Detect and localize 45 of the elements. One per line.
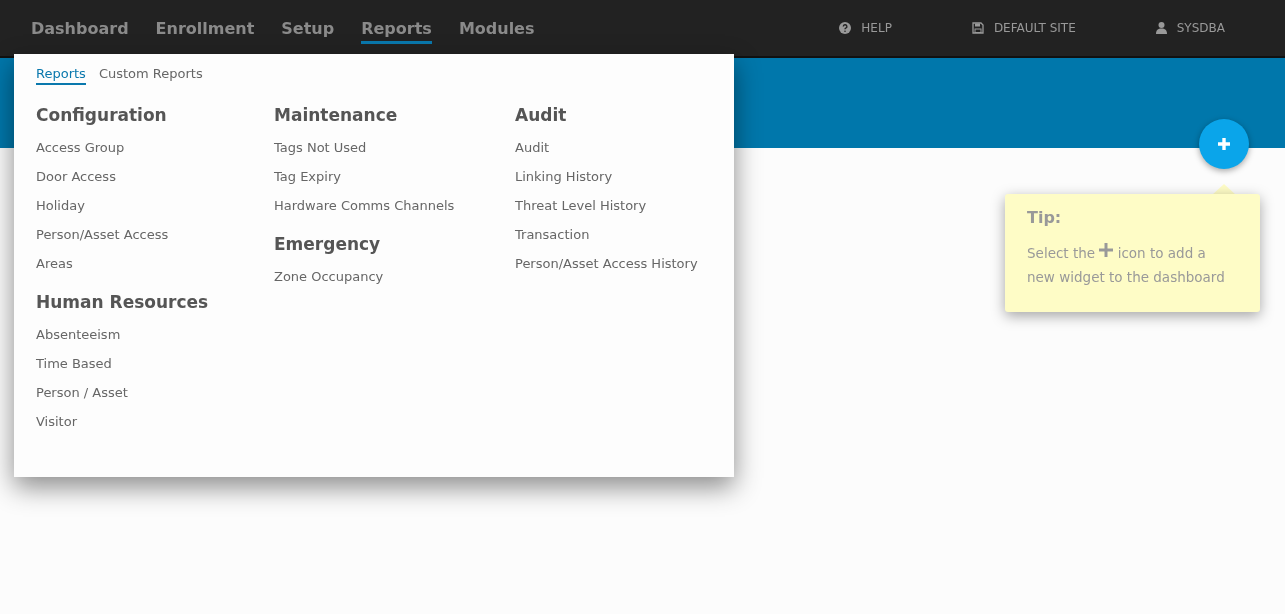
plus-icon [1099,243,1114,257]
user-link[interactable]: SYSDBA [1155,21,1225,35]
menu-tab[interactable]: Custom Reports [98,66,203,85]
report-link[interactable]: Person/Asset Access [36,220,274,249]
report-link[interactable]: Door Access [36,162,274,191]
help-link[interactable]: HELP [839,21,892,35]
tip-title: Tip: [1027,208,1063,227]
report-link[interactable]: Absenteeism [36,320,274,349]
section-heading: Emergency [274,234,382,254]
section-heading: Audit [515,105,568,125]
report-link[interactable]: Tags Not Used [274,133,515,162]
section-heading: Maintenance [274,105,399,125]
menu-tab[interactable]: Reports [36,66,86,85]
nav-tab[interactable]: Setup [281,12,335,44]
report-link[interactable]: Hardware Comms Channels [274,191,515,220]
nav-tab[interactable]: Enrollment [155,12,255,44]
add-widget-button[interactable] [1199,119,1249,169]
nav-tab[interactable]: Modules [458,12,535,44]
report-link[interactable]: Linking History [515,162,715,191]
report-link[interactable]: Zone Occupancy [274,262,515,291]
link-label: DEFAULT SITE [993,21,1076,35]
tip-text: Select the [1027,245,1096,261]
tip-text: icon to add a [1117,245,1206,261]
site-link[interactable]: DEFAULT SITE [971,21,1076,35]
report-link[interactable]: Person/Asset Access History [515,249,715,278]
link-label: HELP [861,21,892,35]
plus-icon [1217,137,1231,151]
report-link[interactable]: Person / Asset [36,378,274,407]
user-icon [1155,22,1167,34]
nav-tab[interactable]: Reports [361,12,432,44]
report-link[interactable]: Areas [36,249,274,278]
report-link[interactable]: Audit [515,133,715,162]
report-link[interactable]: Transaction [515,220,715,249]
report-link[interactable]: Threat Level History [515,191,715,220]
tip-text: new widget to the dashboard [1027,269,1225,285]
report-link[interactable]: Visitor [36,407,274,436]
section-heading: Human Resources [36,292,210,312]
help-icon [839,22,852,34]
report-link[interactable]: Time Based [36,349,274,378]
link-label: SYSDBA [1176,21,1225,35]
section-heading: Configuration [36,105,168,125]
report-link[interactable]: Access Group [36,133,274,162]
report-link[interactable]: Tag Expiry [274,162,515,191]
nav-tab[interactable]: Dashboard [31,12,129,44]
report-link[interactable]: Holiday [36,191,274,220]
